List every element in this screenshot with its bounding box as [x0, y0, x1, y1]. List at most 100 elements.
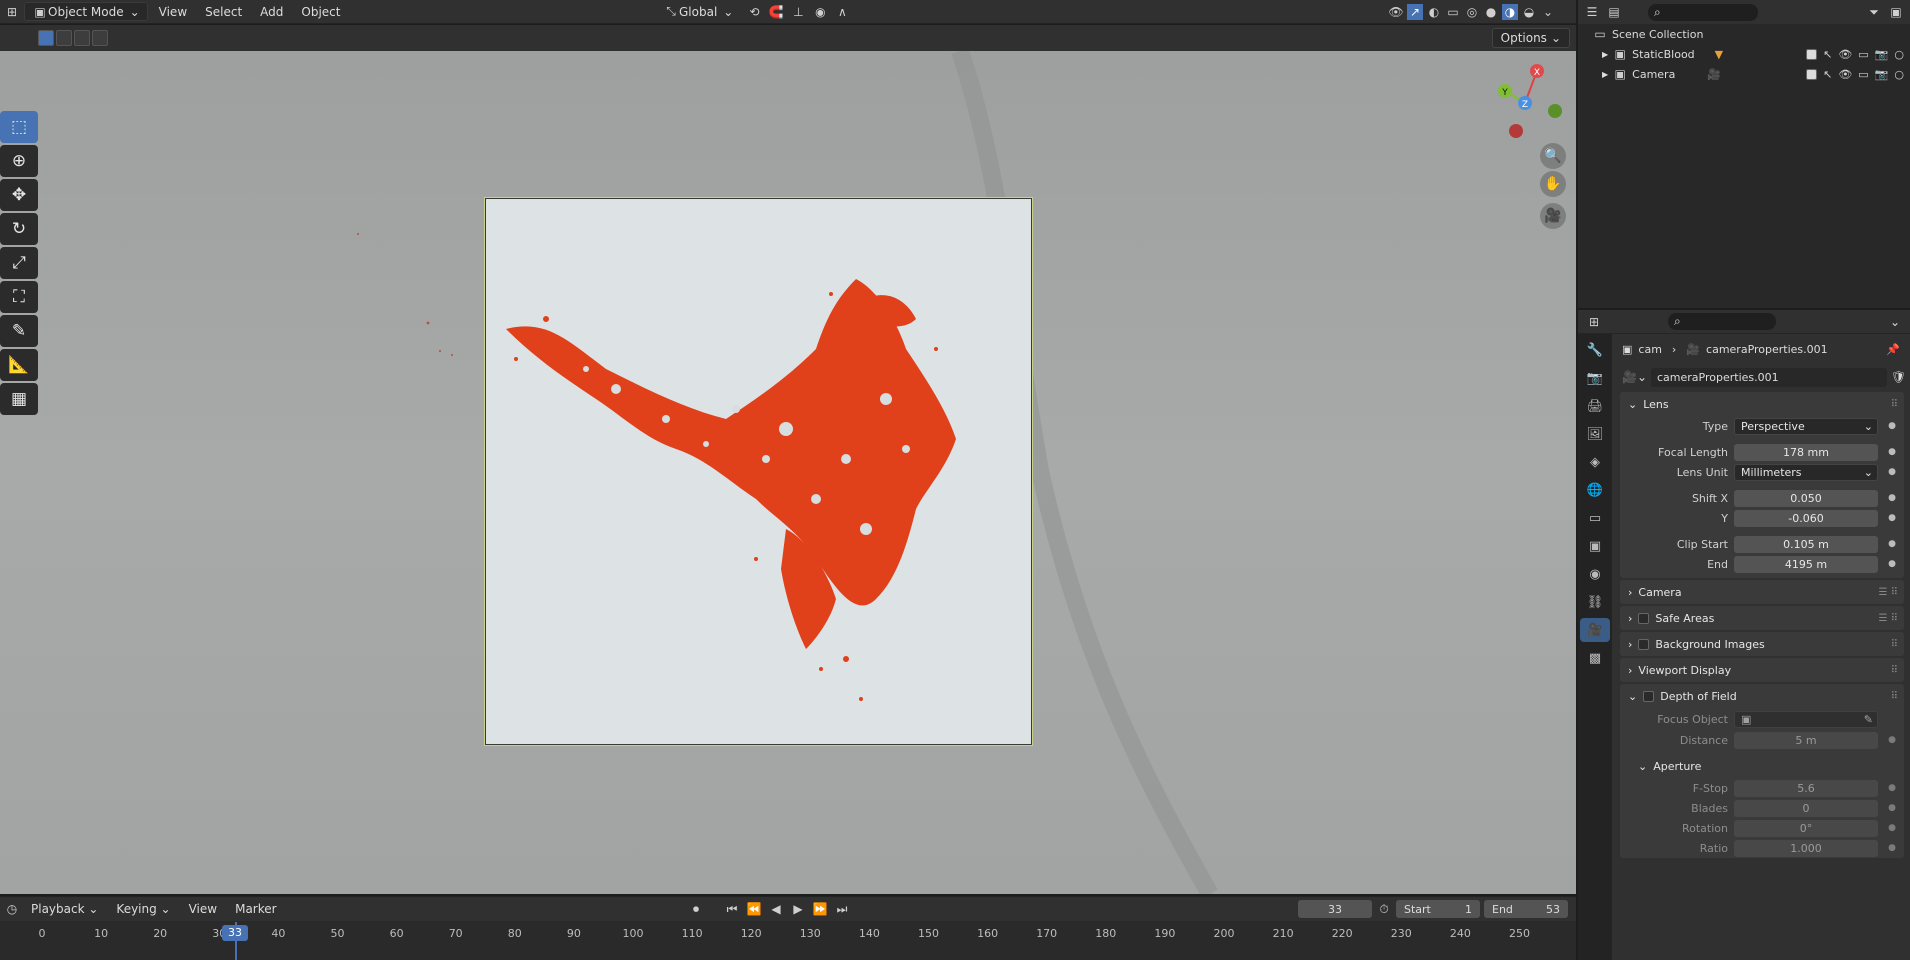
wireframe-shading-icon[interactable]: ◎: [1464, 4, 1480, 20]
properties-editor-icon[interactable]: ⊞: [1586, 314, 1602, 330]
include-checkbox[interactable]: [1806, 48, 1818, 60]
options-button[interactable]: Options ⌄: [1491, 28, 1570, 48]
jump-start-icon[interactable]: ⏮: [724, 901, 740, 917]
collection-tab-icon[interactable]: ▭: [1580, 506, 1610, 530]
snap-target-icon[interactable]: ⊥: [790, 4, 806, 20]
animate-dot-icon[interactable]: ●: [1888, 843, 1896, 853]
selectable-icon[interactable]: ↖: [1823, 48, 1832, 61]
background-images-checkbox[interactable]: [1638, 638, 1650, 650]
outliner-item-camera[interactable]: ▶ ▣ Camera 🎥 ↖ 👁 ▭ 📷 ○: [1578, 64, 1910, 84]
datablock-name-field[interactable]: cameraProperties.001: [1651, 367, 1887, 387]
presets-list-icon[interactable]: ☰ ⠿: [1879, 587, 1898, 598]
animate-dot-icon[interactable]: ●: [1888, 559, 1896, 569]
render-icon[interactable]: 📷: [1875, 68, 1889, 81]
scene-tab-icon[interactable]: ◈: [1580, 450, 1610, 474]
stopwatch-icon[interactable]: ⏱: [1376, 901, 1392, 917]
menu-view[interactable]: View: [152, 2, 194, 21]
drag-handle-icon[interactable]: ⠿: [1891, 639, 1898, 650]
navigation-gizmo[interactable]: X Y Z: [1485, 51, 1575, 191]
drag-handle-icon[interactable]: ⠿: [1891, 691, 1898, 702]
rotate-tool-icon[interactable]: ↻: [0, 213, 38, 245]
outliner-editor-icon[interactable]: ☰: [1584, 4, 1600, 20]
transform-tool-icon[interactable]: ⛶: [0, 281, 38, 313]
jump-end-icon[interactable]: ⏭: [834, 901, 850, 917]
menu-keying[interactable]: Keying ⌄: [109, 900, 177, 919]
select-extend-icon[interactable]: [56, 30, 72, 46]
animate-dot-icon[interactable]: ●: [1888, 421, 1896, 431]
render-icon[interactable]: 📷: [1875, 48, 1889, 61]
animate-dot-icon[interactable]: ●: [1888, 467, 1896, 477]
cursor-tool-icon[interactable]: ⊕: [0, 145, 38, 177]
add-cube-tool-icon[interactable]: ▦: [0, 383, 38, 415]
animate-dot-icon[interactable]: ●: [1888, 735, 1896, 745]
lens-unit-dropdown[interactable]: Millimeters ⌄: [1734, 463, 1878, 481]
clip-start-field[interactable]: 0.105 m: [1734, 535, 1878, 553]
camera-data-icon[interactable]: 🎥⌄: [1622, 370, 1647, 384]
next-keyframe-icon[interactable]: ⏩: [812, 901, 828, 917]
animate-dot-icon[interactable]: ●: [1888, 803, 1896, 813]
output-tab-icon[interactable]: 🖨: [1580, 394, 1610, 418]
select-new-icon[interactable]: [38, 30, 54, 46]
menu-marker[interactable]: Marker: [228, 900, 283, 919]
camera-view-icon[interactable]: 🎥: [1540, 203, 1566, 229]
animate-dot-icon[interactable]: ●: [1888, 823, 1896, 833]
safe-areas-checkbox[interactable]: [1638, 612, 1650, 624]
holdout-icon[interactable]: ○: [1894, 68, 1904, 81]
view-layer-tab-icon[interactable]: 🖼: [1580, 422, 1610, 446]
proportional-edit-icon[interactable]: ◉: [812, 4, 828, 20]
aperture-subpanel-header[interactable]: ⌄ Aperture: [1620, 754, 1904, 778]
menu-playback[interactable]: Playback ⌄: [24, 900, 105, 919]
animate-dot-icon[interactable]: ●: [1888, 783, 1896, 793]
pan-hand-icon[interactable]: ✋: [1540, 171, 1566, 197]
dof-panel-header[interactable]: ⌄ Depth of Field ⠿: [1620, 684, 1904, 708]
texture-tab-icon[interactable]: ▩: [1580, 646, 1610, 670]
visibility-icon[interactable]: 👁: [1388, 4, 1404, 20]
3d-viewport[interactable]: ⬚ ⊕ ✥ ↻ ⤢ ⛶ ✎ 📐 ▦ X Y Z 🔍 ✋ 🎥: [0, 51, 1576, 894]
lens-panel-header[interactable]: ⌄ Lens ⠿: [1620, 392, 1904, 416]
mode-dropdown[interactable]: ▣ Object Mode ⌄: [24, 2, 148, 21]
fstop-field[interactable]: 5.6: [1734, 779, 1878, 797]
holdout-icon[interactable]: ○: [1894, 48, 1904, 61]
shading-options-icon[interactable]: ⌄: [1540, 4, 1556, 20]
eye-icon[interactable]: 👁: [1838, 68, 1852, 81]
background-images-panel-header[interactable]: › Background Images ⠿: [1620, 632, 1904, 656]
annotate-tool-icon[interactable]: ✎: [0, 315, 38, 347]
play-icon[interactable]: ▶: [790, 901, 806, 917]
record-icon[interactable]: ⏺: [688, 901, 704, 917]
outliner-item-staticblood[interactable]: ▶ ▣ StaticBlood ▼ ↖ 👁 ▭ 📷 ○: [1578, 44, 1910, 64]
focal-length-field[interactable]: 178 mm: [1734, 443, 1878, 461]
animate-dot-icon[interactable]: ●: [1888, 493, 1896, 503]
menu-add[interactable]: Add: [253, 2, 290, 21]
pivot-icon[interactable]: ⟲: [746, 4, 762, 20]
rendered-shading-icon[interactable]: ◒: [1521, 4, 1537, 20]
distance-field[interactable]: 5 m: [1734, 731, 1878, 749]
display-mode-icon[interactable]: ▤: [1606, 4, 1622, 20]
select-box-tool-icon[interactable]: ⬚: [0, 111, 38, 143]
start-frame-field[interactable]: Start 1: [1396, 900, 1480, 918]
tool-tab-icon[interactable]: 🔧: [1580, 338, 1610, 362]
camera-panel-header[interactable]: › Camera ☰ ⠿: [1620, 580, 1904, 604]
new-collection-icon[interactable]: ▣: [1888, 4, 1904, 20]
current-frame-field[interactable]: 33: [1298, 900, 1372, 918]
lens-type-dropdown[interactable]: Perspective ⌄: [1734, 417, 1878, 435]
transform-orientation-dropdown[interactable]: ⤡ Global ⌄: [656, 2, 740, 21]
menu-select[interactable]: Select: [198, 2, 249, 21]
focus-object-field[interactable]: ▣ ✎: [1734, 710, 1878, 728]
dof-checkbox[interactable]: [1643, 690, 1655, 702]
camera-data-tab-icon[interactable]: 🎥: [1580, 618, 1610, 642]
select-subtract-icon[interactable]: [74, 30, 90, 46]
selectable-icon[interactable]: ↖: [1823, 68, 1832, 81]
measure-tool-icon[interactable]: 📐: [0, 349, 38, 381]
end-frame-field[interactable]: End 53: [1484, 900, 1568, 918]
overlay-icon[interactable]: ◐: [1426, 4, 1442, 20]
object-tab-icon[interactable]: ▣: [1580, 534, 1610, 558]
animate-dot-icon[interactable]: ●: [1888, 539, 1896, 549]
falloff-icon[interactable]: ∧: [834, 4, 850, 20]
scale-tool-icon[interactable]: ⤢: [0, 247, 38, 279]
properties-search-input[interactable]: ⌕: [1668, 313, 1776, 330]
zoom-icon[interactable]: 🔍: [1540, 143, 1566, 169]
fake-user-shield-icon[interactable]: 🛡: [1891, 370, 1906, 384]
world-tab-icon[interactable]: 🌐: [1580, 478, 1610, 502]
editor-type-icon[interactable]: ⊞: [4, 4, 20, 20]
ratio-field[interactable]: 1.000: [1734, 839, 1878, 857]
